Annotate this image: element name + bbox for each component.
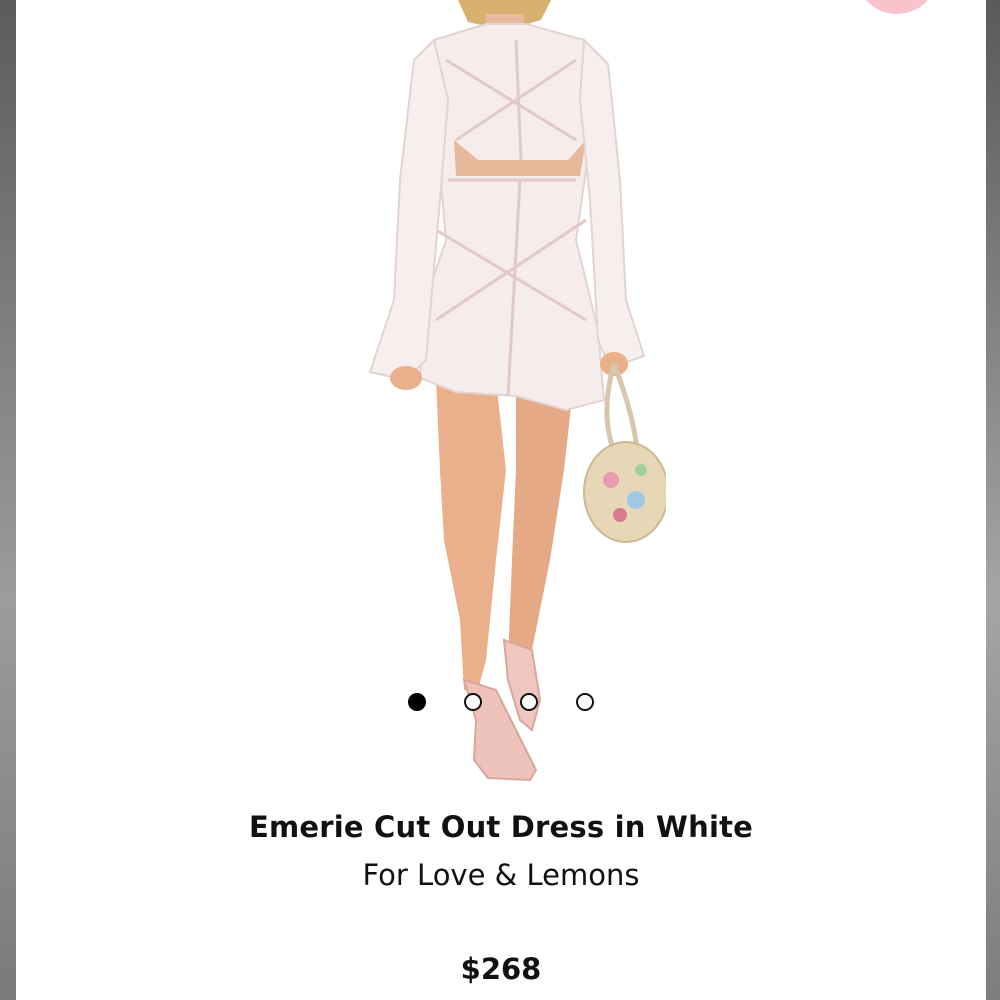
product-title: Emerie Cut Out Dress in White [248, 810, 754, 844]
product-price: $268 [460, 952, 542, 986]
carousel-dot-2[interactable] [464, 693, 482, 711]
favorite-button-icon[interactable] [858, 0, 936, 14]
carousel-dot-4[interactable] [576, 693, 594, 711]
handbag [583, 441, 666, 543]
device-edge-right [984, 0, 1000, 1000]
carousel-indicators [404, 693, 604, 715]
carousel-dot-1[interactable] [408, 693, 426, 711]
left-hand [390, 366, 422, 390]
product-image[interactable] [336, 0, 666, 800]
product-card: Emerie Cut Out Dress in White For Love &… [16, 0, 986, 1000]
right-leg [508, 380, 574, 670]
carousel-dot-3[interactable] [520, 693, 538, 711]
device-edge-left [0, 0, 16, 1000]
product-brand[interactable]: For Love & Lemons [16, 858, 986, 892]
dress [418, 23, 606, 412]
left-leg [436, 380, 506, 690]
